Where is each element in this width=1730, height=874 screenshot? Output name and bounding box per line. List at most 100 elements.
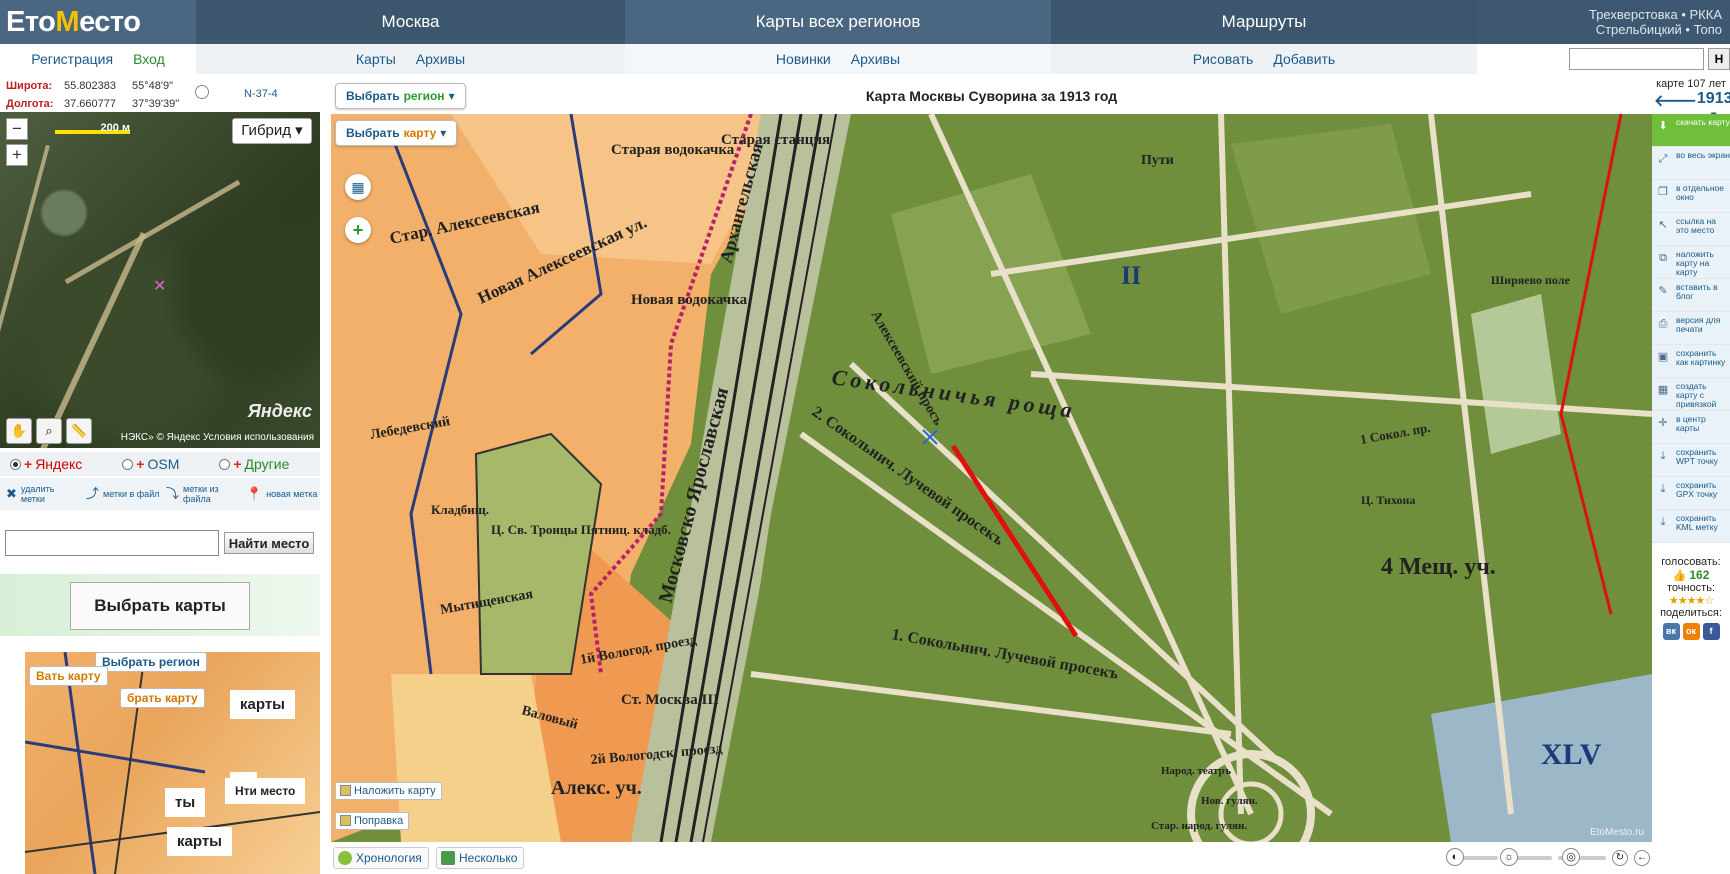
- top-navigation: ЕтоМесто Москва Карты всех регионов Марш…: [0, 0, 1730, 44]
- moscow-archives-link[interactable]: Архивы: [416, 51, 465, 67]
- map-label: Ширяево поле: [1491, 273, 1570, 287]
- new-window-action[interactable]: ❐ в отдельное окно: [1652, 180, 1730, 213]
- ok-share-icon[interactable]: ок: [1682, 623, 1700, 640]
- zoom-out-button[interactable]: −: [6, 118, 28, 140]
- satellite-minimap[interactable]: − + 200 м Гибрид ▾ ✕ Яндекс НЭКС» © Янде…: [0, 112, 320, 448]
- choose-maps-button[interactable]: Выбрать карты: [70, 582, 250, 630]
- correction-button[interactable]: Поправка: [335, 812, 410, 830]
- zoom-in-icon[interactable]: +: [345, 217, 371, 243]
- place-search-input[interactable]: [5, 530, 219, 556]
- magnifier-tool-icon[interactable]: ⌕: [36, 418, 62, 444]
- grid-icon[interactable]: ▦: [345, 174, 371, 200]
- fullscreen-action[interactable]: ⤢ во весь экран: [1652, 147, 1730, 180]
- georef-action[interactable]: ▦ создать карту с привязкой: [1652, 378, 1730, 411]
- nav-extra-line-1[interactable]: Трехверстовка • РККА: [1589, 7, 1722, 22]
- delete-marks-button[interactable]: ✖ удалить метки: [0, 478, 80, 510]
- map-label: II: [1121, 261, 1141, 290]
- vote-row[interactable]: 👍 162: [1652, 568, 1730, 582]
- thumbs-up-icon[interactable]: 👍: [1673, 570, 1687, 582]
- historical-map-canvas[interactable]: Стар. Алексеевская Новая Алексеевская ул…: [331, 114, 1652, 842]
- site-search-input[interactable]: [1569, 48, 1704, 70]
- save-image-action[interactable]: ▣ сохранить как картинку: [1652, 345, 1730, 378]
- reset-icon[interactable]: ↻: [1612, 850, 1628, 866]
- zoom-in-button[interactable]: +: [6, 144, 28, 166]
- vk-share-icon[interactable]: вк: [1662, 623, 1680, 640]
- nav-extra-line-2[interactable]: Стрельбицкий • Топо: [1596, 22, 1722, 37]
- gpx-icon: ⤓: [1660, 483, 1666, 495]
- regions-archives-link[interactable]: Архивы: [851, 51, 900, 67]
- yandex-logo: Яндекс: [247, 401, 312, 421]
- site-search-button[interactable]: Н: [1708, 48, 1730, 70]
- hand-tool-icon[interactable]: ✋: [6, 418, 32, 444]
- print-action[interactable]: ⎙ версия для печати: [1652, 312, 1730, 345]
- preview-maps2-label: карты: [167, 827, 232, 856]
- marks-from-file-button[interactable]: ⤵ метки из файла: [160, 478, 240, 510]
- radio-icon[interactable]: [122, 458, 134, 470]
- blog-embed-action[interactable]: ✎ вставить в блог: [1652, 279, 1730, 312]
- map-drawing: Стар. Алексеевская Новая Алексеевская ул…: [331, 114, 1652, 842]
- center-map-action[interactable]: ✛ в центр карты: [1652, 411, 1730, 444]
- login-link[interactable]: Вход: [133, 51, 165, 67]
- overlay-icon: ⧉: [1659, 252, 1667, 264]
- save-gpx-action[interactable]: ⤓ сохранить GPX точку: [1652, 477, 1730, 510]
- select-region-dropdown[interactable]: Выбрать регион ▾: [335, 83, 466, 109]
- map-actions-list: ⬇ скачать карту ⤢ во весь экран ❐ в отдельн…: [1652, 114, 1730, 543]
- preview-ty-label: ты: [165, 788, 206, 817]
- map-sheet-link[interactable]: N-37-4: [244, 88, 278, 100]
- chronology-button[interactable]: Хронология: [333, 847, 429, 869]
- overlay-map-button[interactable]: Наложить карту: [335, 782, 442, 800]
- latitude-decimal: 55.802383: [64, 80, 116, 92]
- layer-other-radio[interactable]: + Другие: [219, 456, 289, 472]
- layer-yandex-radio[interactable]: + Яндекс: [10, 456, 82, 472]
- color-icon[interactable]: ◎: [1562, 848, 1580, 866]
- routes-draw-link[interactable]: Рисовать: [1193, 51, 1254, 67]
- map-label: Кладбищ.: [431, 502, 489, 517]
- several-icon: [441, 851, 455, 865]
- precision-stars[interactable]: ★★★★☆: [1652, 594, 1730, 607]
- nav-extra-maps[interactable]: Трехверстовка • РККА Стрельбицкий • Топо: [1477, 0, 1730, 44]
- save-kml-action[interactable]: ⤓ сохранить KML метку: [1652, 510, 1730, 543]
- regions-new-link[interactable]: Новинки: [776, 51, 831, 67]
- radio-icon[interactable]: [10, 458, 21, 470]
- link-action[interactable]: ↖ ссылка на это место: [1652, 213, 1730, 246]
- routes-add-link[interactable]: Добавить: [1273, 51, 1335, 67]
- overlay-action[interactable]: ⧉ наложить карту на карту: [1652, 246, 1730, 279]
- map-label: Пути: [1141, 153, 1174, 168]
- nav-all-regions[interactable]: Карты всех регионов: [625, 0, 1051, 44]
- compass-icon[interactable]: [195, 85, 209, 99]
- position-marker-icon: ✕: [153, 278, 167, 295]
- ruler-tool-icon[interactable]: 📏: [66, 418, 92, 444]
- marks-to-file-button[interactable]: ⤴ метки в файл: [80, 478, 160, 510]
- new-mark-button[interactable]: 📍 новая метка: [240, 478, 320, 510]
- moscow-maps-link[interactable]: Карты: [356, 51, 396, 67]
- map-label: 4 Мещ. уч.: [1381, 554, 1496, 580]
- register-link[interactable]: Регистрация: [31, 51, 113, 67]
- back-arrow-icon[interactable]: ←: [1634, 850, 1650, 866]
- site-logo[interactable]: ЕтоМесто: [0, 0, 196, 44]
- grid-icon: ▦: [1657, 384, 1669, 396]
- select-map-dropdown[interactable]: Выбрать карту ▾: [335, 120, 458, 146]
- several-maps-button[interactable]: Несколько: [436, 847, 525, 869]
- longitude-dms: 37°39'39": [132, 98, 180, 110]
- nav-moscow[interactable]: Москва: [196, 0, 625, 44]
- radio-icon[interactable]: [219, 458, 231, 470]
- brightness-icon[interactable]: ☼: [1500, 848, 1518, 866]
- layer-osm-radio[interactable]: + OSM: [122, 456, 179, 472]
- map-header: Карта Москвы Суворина за 1913 год Выбрат…: [331, 78, 1652, 114]
- facebook-share-icon[interactable]: f: [1702, 623, 1720, 640]
- map-mode-dropdown[interactable]: Гибрид ▾: [232, 118, 312, 144]
- ghost-preview-thumbnail: Выбрать регион Вать карту брать карту ка…: [25, 652, 320, 874]
- download-map-action[interactable]: ⬇ скачать карту: [1652, 114, 1730, 147]
- longitude-row: Долгота: 37.660777 37°39'39": [6, 96, 194, 112]
- find-place-button[interactable]: Найти место: [224, 532, 314, 554]
- marks-toolbar: ✖ удалить метки ⤴ метки в файл ⤵ метки из ф…: [0, 478, 320, 510]
- map-label: Стар. народ. гулян.: [1151, 820, 1247, 832]
- minimap-copyright[interactable]: НЭКС» © Яндекс Условия использования: [121, 432, 314, 443]
- nav-routes[interactable]: Маршруты: [1051, 0, 1477, 44]
- contrast-slider[interactable]: ◐: [1446, 848, 1498, 866]
- color-slider[interactable]: ◎: [1558, 848, 1606, 866]
- save-wpt-action[interactable]: ⤓ сохранить WPT точку: [1652, 444, 1730, 477]
- brightness-slider[interactable]: ☼: [1500, 848, 1552, 866]
- contrast-icon[interactable]: ◐: [1446, 848, 1464, 866]
- vote-count: 162: [1689, 568, 1710, 582]
